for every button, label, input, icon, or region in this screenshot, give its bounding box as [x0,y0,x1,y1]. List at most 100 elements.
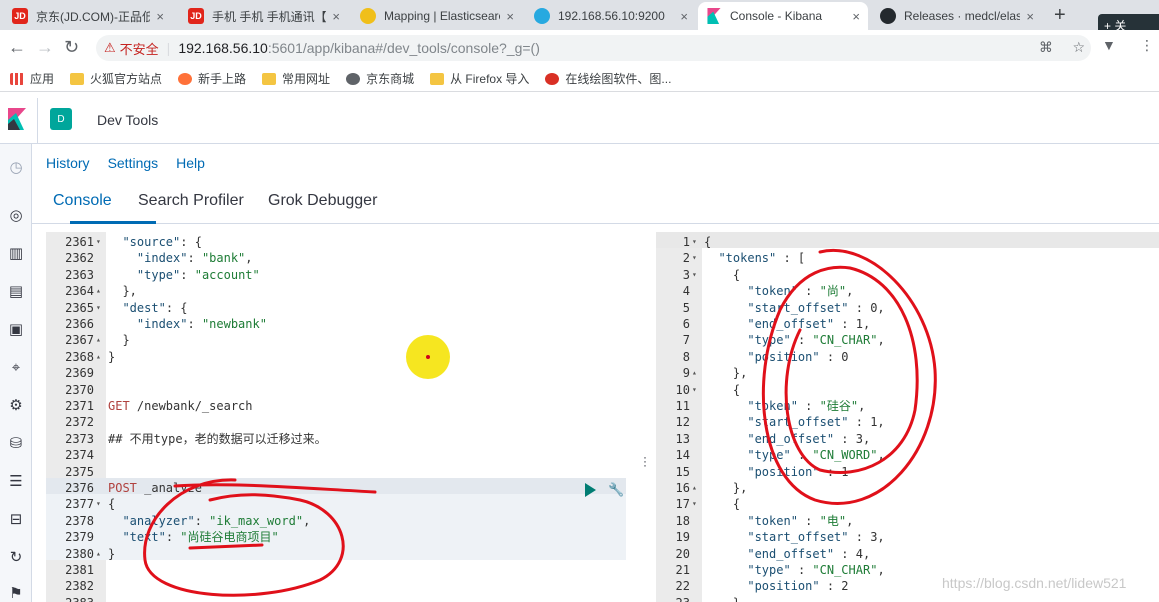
tab-jd-home[interactable]: JD 京东(JD.COM)-正品低价 × [4,2,172,30]
siem-icon[interactable]: ⚑ [7,584,25,602]
fold-toggle-icon[interactable]: ▴ [96,283,101,299]
history-link[interactable]: History [46,155,90,171]
security-status[interactable]: 不安全 [120,39,159,58]
tab-grok-debugger[interactable]: Grok Debugger [268,192,377,210]
tab-es-mapping[interactable]: Mapping | Elasticsearch × [352,2,522,30]
tab-github-releases[interactable]: Releases · medcl/elastic × [872,2,1042,30]
line-number: 2378 [65,513,94,528]
ml-icon[interactable]: ⚙ [7,396,25,414]
code-text: "index": "bank", [136,251,253,266]
fold-toggle-icon[interactable]: ▾ [692,496,697,512]
line-number: 21 [675,563,690,577]
fold-toggle-icon[interactable]: ▴ [96,546,101,562]
tab-jd-phones[interactable]: JD 手机 手机 手机通讯【价 × [180,2,348,30]
line-number: 2371 [65,399,94,413]
tab-search-profiler[interactable]: Search Profiler [138,192,244,210]
settings-link[interactable]: Settings [108,155,159,171]
back-arrow-icon[interactable]: ← [8,37,26,58]
line-number: 14 [675,448,690,463]
code-text: { [704,267,741,282]
tab-es-9200[interactable]: 192.168.56.10:9200 × [526,2,696,30]
code-text: { [704,235,712,249]
kibana-logo-icon[interactable] [8,108,26,130]
tab-kibana-console[interactable]: Console - Kibana × [698,2,868,30]
code-line: 2378 "analyzer": "ik_max_word", [46,513,626,529]
fold-toggle-icon[interactable]: ▾ [692,267,697,283]
bookmark-common-sites[interactable]: 常用网址 [262,70,330,87]
code-text: "start_offset" : 1, [747,415,885,430]
reload-icon[interactable]: ↻ [64,37,79,58]
canvas-icon[interactable]: ▣ [7,320,25,338]
infrastructure-icon[interactable]: ⛁ [7,434,25,452]
apm-icon[interactable]: ⊟ [7,510,25,528]
code-text: "position" : 2 [747,579,849,594]
fold-toggle-icon[interactable]: ▾ [692,250,697,266]
code-text: "token" : "尚", [747,284,854,299]
close-tab-icon[interactable]: × [332,9,340,24]
run-request-play-icon[interactable] [585,483,596,497]
extension-icon[interactable]: ▼ [1102,37,1116,53]
fold-toggle-icon[interactable]: ▴ [96,332,101,348]
fold-toggle-icon[interactable]: ▾ [96,496,101,512]
close-tab-icon[interactable]: × [852,9,860,24]
recent-clock-icon[interactable]: ◷ [7,158,25,176]
bookmark-drawing-tool[interactable]: 在线绘图软件、图... [545,70,671,87]
help-link[interactable]: Help [176,155,205,171]
space-avatar[interactable]: D [50,108,72,130]
line-number: 2366 [65,317,94,331]
maps-icon[interactable]: ⌖ [7,358,25,376]
dashboard-icon[interactable]: ▤ [7,282,25,300]
fold-toggle-icon[interactable]: ▴ [96,349,101,365]
forward-arrow-icon[interactable]: → [36,37,54,58]
bookmark-star-icon[interactable]: ☆ [1072,39,1085,55]
wrench-icon[interactable]: 🔧 [608,482,624,498]
code-line: 2372 [46,414,626,430]
line-number: 13 [675,431,690,446]
request-editor[interactable]: 2361 ▾ "source": {2362 "index": "bank", 23… [46,232,626,602]
tab-console[interactable]: Console [53,192,112,210]
code-text: "token" : "电", [747,513,854,528]
line-number: 2365 [65,300,94,315]
bookmark-jd-mall[interactable]: 京东商城 [346,70,414,87]
JD-favicon-icon: JD [12,8,28,24]
bookmark-firefox-import[interactable]: 从 Firefox 导入 [430,70,529,87]
code-line: 2380 ▴} [46,546,626,562]
translate-icon[interactable]: ⌘ [1039,39,1053,55]
code-line: 5 "start_offset" : 0, [656,300,1159,316]
logs-icon[interactable]: ☰ [7,472,25,490]
code-text: "start_offset" : 3, [747,530,885,545]
bookmarks-bar: 应用 火狐官方站点 新手上路 常用网址 京东商城 从 Firefox 导入 在线… [0,66,1159,92]
fold-toggle-icon[interactable]: ▾ [692,234,697,250]
fold-toggle-icon[interactable]: ▾ [96,234,101,250]
visualize-chart-icon[interactable]: ▥ [7,244,25,262]
panel-resize-handle[interactable]: · · · [643,451,647,471]
bookmark-firefox-official[interactable]: 火狐官方站点 [70,70,162,87]
discover-compass-icon[interactable]: ◎ [7,206,25,224]
code-text: { [108,497,116,512]
tab-title: 京东(JD.COM)-正品低价 [36,9,151,24]
menu-icon[interactable]: ⋮ [1140,37,1154,54]
close-tab-icon[interactable]: × [506,9,514,24]
code-line: 2373 ## 不用type，老的数据可以迁移过来。 [46,431,626,447]
fold-toggle-icon[interactable]: ▾ [692,382,697,398]
line-number: 11 [675,399,690,413]
line-number: 6 [682,317,690,331]
new-tab-button[interactable]: + [1054,4,1066,27]
fold-toggle-icon[interactable]: ▴ [692,480,697,496]
fold-toggle-icon[interactable]: ▴ [692,365,697,381]
tab-title: Console - Kibana [730,9,823,23]
uptime-icon[interactable]: ↻ [7,548,25,566]
bookmark-apps[interactable]: 应用 [10,70,54,87]
dev-tools-top-menu: History Settings Help [46,155,205,171]
fold-toggle-icon[interactable]: ▾ [96,300,101,316]
line-number: 2364 [65,284,94,299]
line-number: 7 [682,333,690,348]
close-tab-icon[interactable]: × [680,9,688,24]
code-line: 2365 ▾ "dest": { [46,300,626,316]
close-tab-icon[interactable]: × [156,9,164,24]
bookmark-getting-started[interactable]: 新手上路 [178,70,246,87]
code-text: }, [108,284,137,299]
folder-icon [430,72,445,85]
close-tab-icon[interactable]: × [1026,9,1034,24]
url-input[interactable]: ⚠ 不安全 | 192.168.56.10 :5601/app/kibana#/… [96,35,1091,61]
